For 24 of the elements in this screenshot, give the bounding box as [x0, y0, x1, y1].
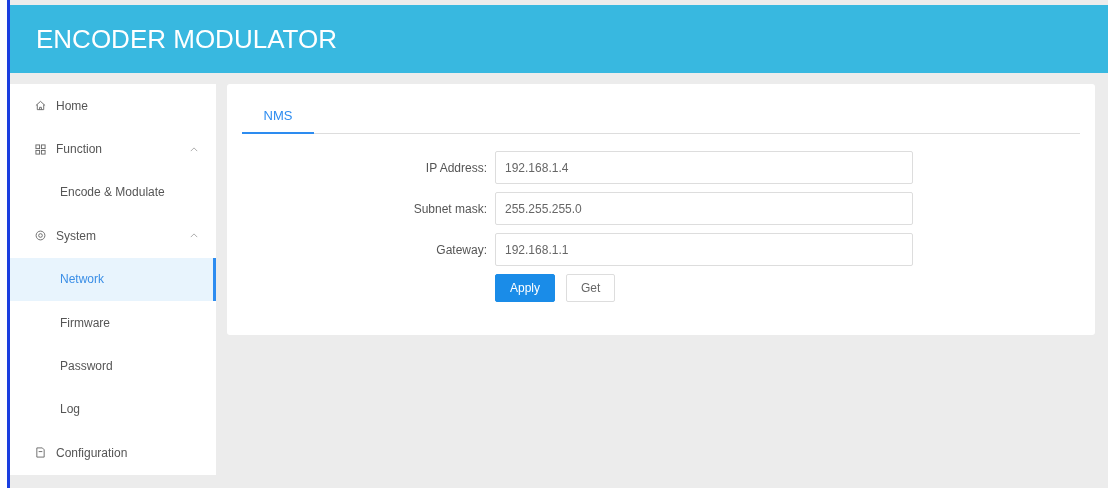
apply-button[interactable]: Apply: [495, 274, 556, 302]
get-button[interactable]: Get: [566, 274, 616, 302]
settings-icon: [35, 230, 46, 242]
menu-item[interactable]: Configuration: [10, 431, 216, 475]
grid-icon: [35, 143, 46, 155]
input-field[interactable]: 192.168.1.4: [495, 151, 913, 184]
tab[interactable]: NMS: [242, 100, 314, 134]
field-label: IP Address:: [424, 160, 488, 175]
menu-item[interactable]: Password: [10, 344, 216, 388]
field-label: Gateway:: [435, 242, 488, 257]
menu-item[interactable]: Log: [10, 387, 216, 432]
menu-item[interactable]: System: [10, 214, 216, 258]
chevron-icon: [190, 146, 198, 152]
app-title: ENCODER MODULATOR: [36, 23, 337, 55]
field-label: Subnet mask:: [412, 201, 488, 216]
menu-item[interactable]: Encode & Modulate: [10, 170, 216, 215]
menu-item[interactable]: Home: [10, 84, 216, 128]
menu-item[interactable]: Function: [10, 127, 216, 171]
menu-item[interactable]: Firmware: [10, 300, 216, 345]
document-icon: [35, 447, 46, 459]
input-field[interactable]: 192.168.1.1: [495, 233, 913, 266]
chevron-icon: [190, 233, 198, 239]
home-icon: [35, 100, 46, 112]
input-field[interactable]: 255.255.255.0: [495, 192, 913, 225]
